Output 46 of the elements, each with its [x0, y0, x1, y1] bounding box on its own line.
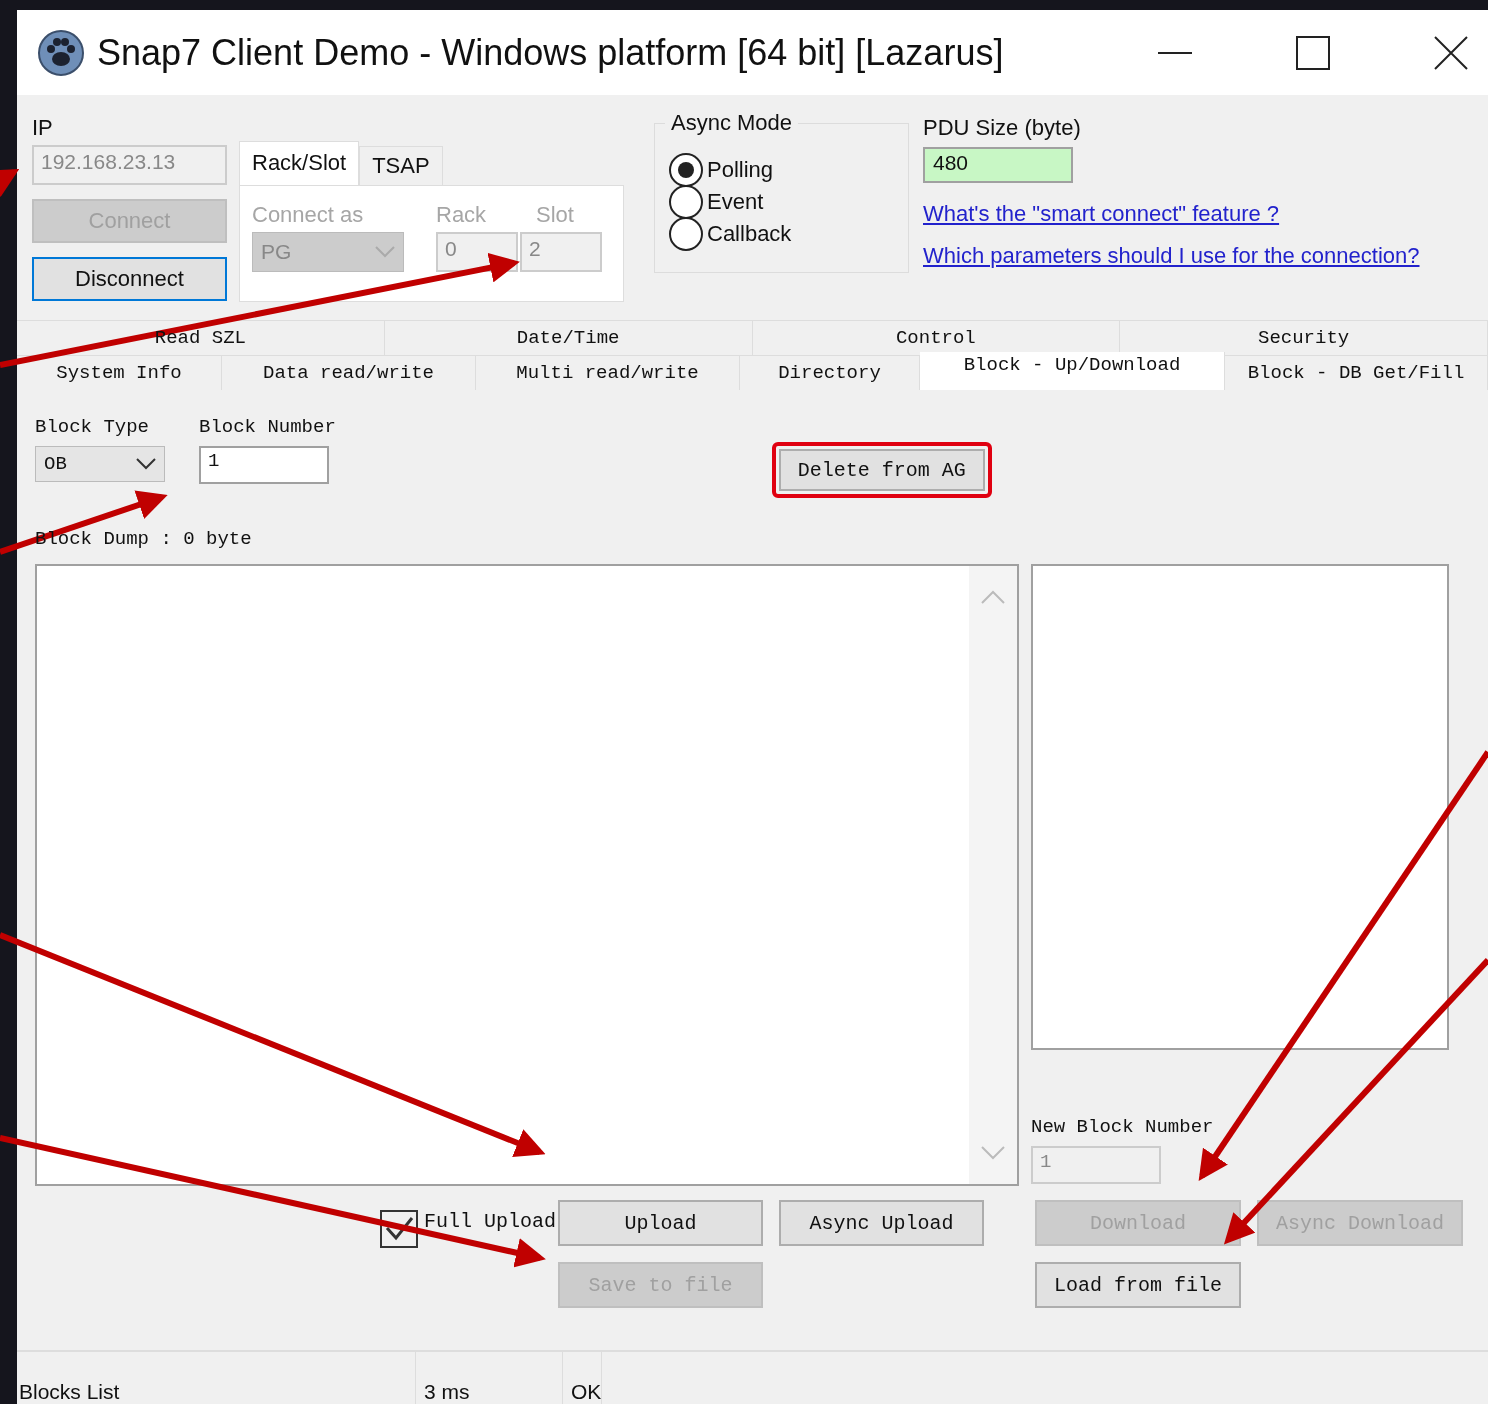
pdu-size-field[interactable]: 480 — [923, 147, 1073, 183]
help-link[interactable]: Which parameters should I use for the connection? — [923, 243, 1420, 269]
upload-button[interactable]: Upload — [558, 1200, 763, 1246]
help-link[interactable]: What's the "smart connect" feature ? — [923, 201, 1280, 227]
block-dump-label: Block Dump : 0 byte — [35, 528, 253, 550]
tab[interactable]: Block - DB Get/Fill — [1225, 356, 1488, 390]
block-type-label: Block Type — [35, 416, 151, 438]
load-from-file-button[interactable]: Load from file — [1035, 1262, 1241, 1308]
status-panel: 3 ms — [416, 1352, 563, 1404]
radio-option[interactable]: Callback — [669, 218, 908, 250]
radio-option[interactable]: Polling — [669, 154, 908, 186]
tab[interactable]: Read SZL — [17, 321, 385, 355]
connect-as-label: Connect as — [252, 202, 365, 228]
scrollbar[interactable] — [969, 566, 1017, 1184]
ip-label: IP — [32, 115, 54, 141]
tab[interactable]: Date/Time — [384, 321, 753, 355]
pdu-size-label: PDU Size (byte) — [923, 115, 1081, 141]
block-number-label: Block Number — [199, 416, 336, 438]
tab[interactable]: Block - Up/Download — [920, 352, 1225, 390]
delete-button[interactable]: Delete from AG — [778, 449, 985, 491]
tab[interactable]: TSAP — [359, 146, 443, 185]
maximize-icon[interactable] — [1296, 35, 1330, 70]
block-number-field[interactable]: 1 — [199, 446, 329, 484]
async-upload-button[interactable]: Async Upload — [779, 1200, 984, 1246]
slot-label: Slot — [535, 202, 575, 228]
radio-option[interactable]: Event — [669, 186, 908, 218]
annotation-arrow — [0, 169, 20, 197]
window-title: Snap7 Client Demo - Windows platform [64 bit] [Lazarus] — [97, 31, 1004, 74]
paw-icon — [37, 28, 85, 77]
scroll-down-icon[interactable] — [981, 1146, 1005, 1160]
status-panel: OK — [563, 1352, 603, 1404]
scroll-up-icon[interactable] — [981, 590, 1005, 604]
tab[interactable]: Multi read/write — [476, 356, 740, 390]
full-upload-checkbox[interactable]: Full Upload — [379, 1210, 556, 1250]
close-icon[interactable] — [1434, 35, 1468, 70]
chevron-down-icon — [136, 458, 156, 470]
disconnect-button[interactable]: Disconnect — [32, 257, 227, 301]
status-panel: Blocks List — [17, 1352, 416, 1404]
block-type-dropdown[interactable]: OB — [35, 446, 165, 482]
new-block-number-label: New Block Number — [1031, 1116, 1215, 1138]
hex-dump-area[interactable] — [35, 564, 1019, 1186]
tab[interactable]: System Info — [17, 356, 222, 390]
rack-label: Rack — [436, 202, 488, 228]
tab[interactable]: Rack/Slot — [239, 141, 360, 185]
tab[interactable]: Data read/write — [222, 356, 476, 390]
chevron-down-icon — [375, 246, 395, 258]
